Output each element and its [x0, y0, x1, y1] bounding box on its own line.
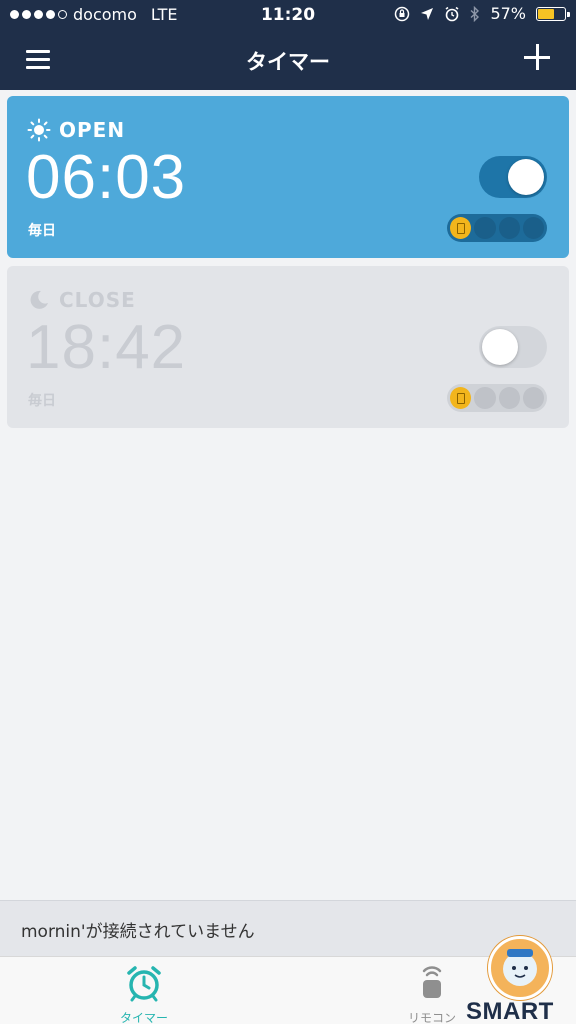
timer-toggle[interactable]: [479, 326, 547, 368]
device-slot: [474, 217, 496, 239]
status-icons: 57%: [394, 4, 570, 23]
timer-repeat: 毎日: [28, 223, 56, 239]
timer-label: OPEN: [59, 118, 126, 142]
timer-card-close[interactable]: CLOSE 18:42 毎日: [7, 266, 569, 428]
battery-icon: [536, 6, 570, 21]
device-indicators: [447, 384, 547, 412]
device-icon: [450, 387, 472, 409]
page-title: タイマー: [246, 50, 330, 74]
moon-icon: [30, 290, 48, 309]
timer-time: 18:42: [26, 313, 187, 382]
sun-icon: [27, 118, 51, 142]
device-slot: [498, 217, 520, 239]
timer-header: CLOSE: [27, 288, 136, 312]
status-bar: docomo LTE 11:20 57%: [0, 0, 576, 30]
toggle-knob: [482, 329, 518, 365]
remote-icon: [422, 966, 442, 998]
alarm-icon: [445, 6, 459, 21]
device-indicators: [447, 214, 547, 242]
timer-header: OPEN: [27, 118, 125, 142]
timer-time: 06:03: [26, 143, 187, 212]
orientation-lock-icon: [395, 6, 410, 21]
battery-percent: 57%: [490, 4, 526, 23]
device-icon: [450, 217, 472, 239]
device-slot: [522, 387, 544, 409]
top-bar: docomo LTE 11:20 57% タイマー: [0, 0, 576, 90]
device-slot: [474, 387, 496, 409]
timer-toggle[interactable]: [479, 156, 547, 198]
mascot-icon: [488, 936, 552, 1000]
tab-timer[interactable]: タイマー: [94, 963, 194, 1024]
watermark-logo: SMART: [466, 932, 576, 1024]
timer-label: CLOSE: [59, 288, 136, 312]
location-icon: [421, 7, 434, 20]
watermark-text: SMART: [466, 998, 554, 1024]
navigation-bar: タイマー: [0, 30, 576, 90]
alarm-clock-icon: [127, 966, 161, 1002]
toggle-knob: [508, 159, 544, 195]
device-slot: [498, 387, 520, 409]
timer-repeat: 毎日: [28, 393, 56, 409]
tab-label: タイマー: [119, 1011, 168, 1024]
bluetooth-icon: [470, 5, 480, 22]
timer-card-open[interactable]: OPEN 06:03 毎日: [7, 96, 569, 258]
plus-icon[interactable]: [524, 44, 550, 70]
device-slot: [522, 217, 544, 239]
